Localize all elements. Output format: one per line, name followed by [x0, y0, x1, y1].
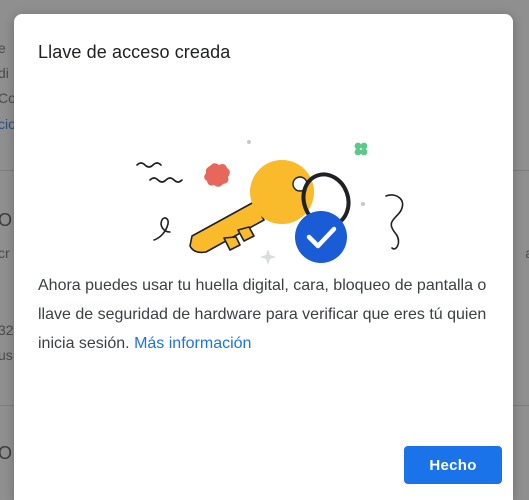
wave-decoration — [149, 177, 183, 183]
background-text: cr — [0, 245, 10, 261]
dialog-message: Ahora puedes usar tu huella digital, car… — [38, 271, 488, 358]
background-text: di — [0, 65, 9, 81]
squiggle-decoration — [385, 194, 404, 250]
background-heading: O — [0, 443, 13, 463]
wave-decoration — [136, 162, 162, 168]
dot-decoration — [247, 140, 251, 144]
green-clover-decoration — [354, 142, 368, 156]
background-text: a — [525, 245, 529, 261]
check-badge-icon — [295, 211, 347, 263]
background-heading: O — [0, 210, 13, 230]
background-text: e — [0, 40, 6, 56]
dialog-title: Llave de acceso creada — [38, 42, 231, 62]
red-shape-decoration — [204, 163, 230, 187]
swirl-decoration — [153, 217, 171, 241]
passkey-illustration — [136, 140, 404, 265]
background-text: us — [0, 347, 13, 363]
done-button[interactable]: Hecho — [404, 446, 502, 484]
passkey-created-dialog: Llave de acceso creada Ahora puedes usar… — [14, 14, 513, 500]
background-text: 32 — [0, 322, 14, 338]
dialog-body-text: Ahora puedes usar tu huella digital, car… — [38, 277, 487, 352]
dot-decoration — [361, 202, 365, 206]
sparkle-decoration — [260, 249, 276, 265]
more-info-link[interactable]: Más información — [134, 335, 251, 352]
